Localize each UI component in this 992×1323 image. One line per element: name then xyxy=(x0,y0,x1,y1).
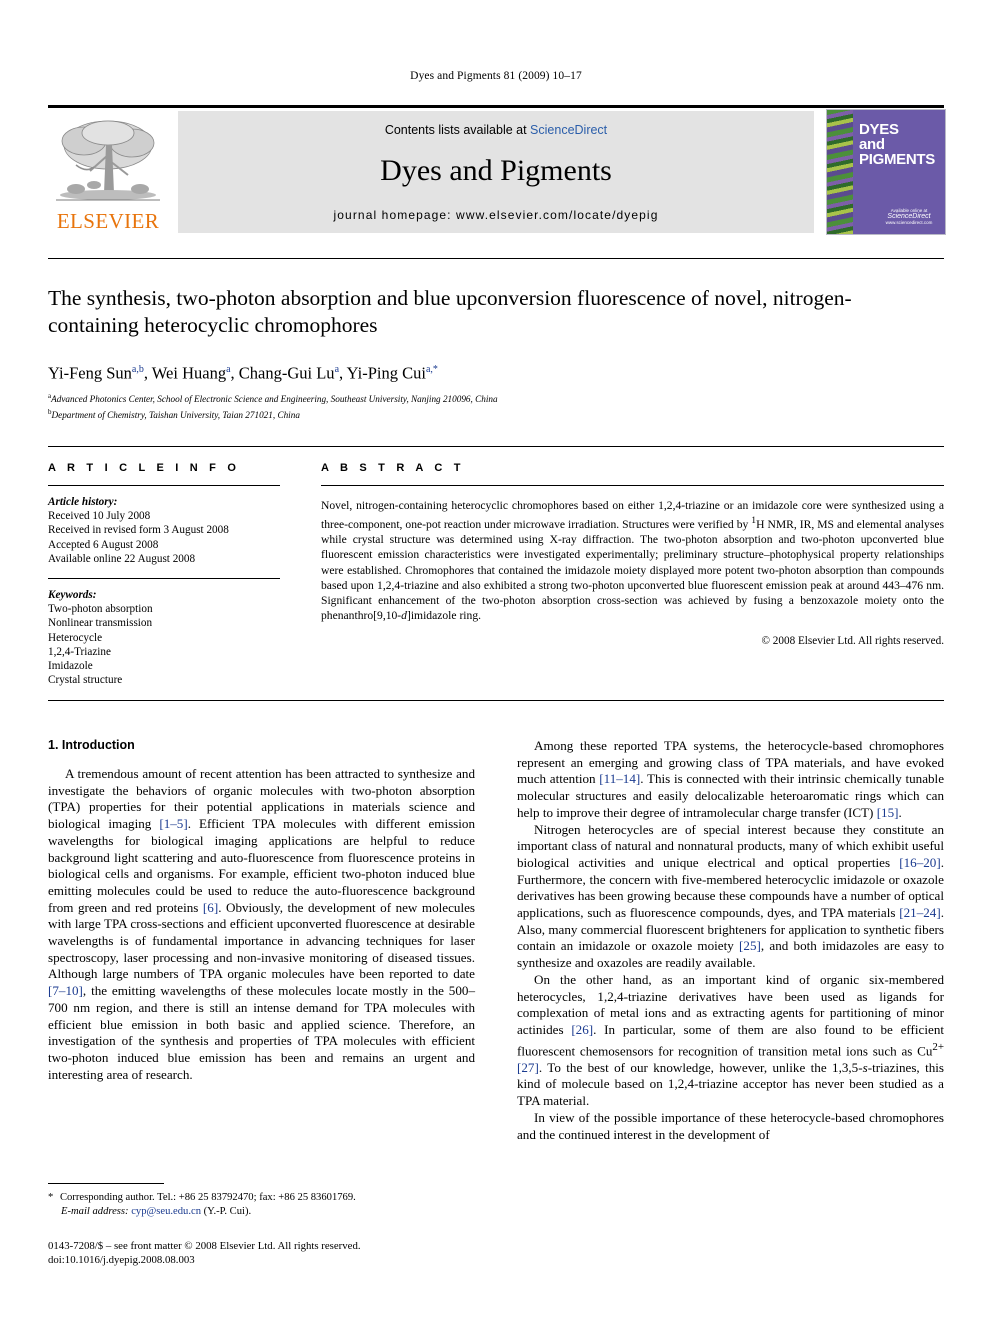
doi-line: doi:10.1016/j.dyepig.2008.08.003 xyxy=(48,1253,195,1266)
paragraph: Nitrogen heterocycles are of special int… xyxy=(517,821,944,971)
article-history-item: Accepted 6 August 2008 xyxy=(48,538,159,551)
elsevier-wordmark: ELSEVIER xyxy=(56,209,160,233)
paragraph: On the other hand, as an important kind … xyxy=(517,971,944,1109)
info-abstract-top-rule xyxy=(48,446,944,447)
article-history-item: Received in revised form 3 August 2008 xyxy=(48,524,229,537)
journal-homepage-link[interactable]: journal homepage: www.elsevier.com/locat… xyxy=(178,208,814,222)
contents-prefix: Contents lists available at xyxy=(384,123,531,137)
footnote-rule xyxy=(48,1183,164,1184)
running-head: Dyes and Pigments 81 (2009) 10–17 xyxy=(410,70,582,82)
contents-available-line: Contents lists available at ScienceDirec… xyxy=(178,123,814,137)
sciencedirect-link[interactable]: ScienceDirect xyxy=(530,123,607,137)
body-column-left: 1. Introduction A tremendous amount of r… xyxy=(48,738,475,1083)
keywords-block: Keywords: Two-photon absorption Nonlinea… xyxy=(48,588,280,687)
keyword-item: Heterocycle xyxy=(48,631,103,644)
paragraph: In view of the possible importance of th… xyxy=(517,1109,944,1142)
cover-imprint-url: www.sciencedirect.com xyxy=(885,220,933,225)
keyword-item: Two-photon absorption xyxy=(48,603,153,616)
article-history-item: Received 10 July 2008 xyxy=(48,510,151,523)
article-info-heading: A R T I C L E I N F O xyxy=(48,462,241,474)
keywords-rule xyxy=(48,578,280,580)
keyword-item: Nonlinear transmission xyxy=(48,617,153,630)
page-title: The synthesis, two-photon absorption and… xyxy=(48,286,852,337)
keyword-item: Crystal structure xyxy=(48,674,123,687)
section-heading-introduction: 1. Introduction xyxy=(48,738,135,752)
email-address-note[interactable]: E-mail address: cyp@seu.edu.cn (Y.-P. Cu… xyxy=(48,1205,475,1219)
affiliation-text-a: Advanced Photonics Center, School of Ele… xyxy=(51,394,498,405)
author-list: Yi-Feng Suna,b, Wei Huanga, Chang-Gui Lu… xyxy=(48,363,438,383)
masthead-top-rule xyxy=(48,105,944,108)
body-top-rule xyxy=(48,700,944,701)
abstract-body: Novel, nitrogen-containing heterocyclic … xyxy=(321,499,944,623)
paragraph: Among these reported TPA systems, the he… xyxy=(517,738,945,820)
body-column-right: Among these reported TPA systems, the he… xyxy=(517,738,944,1143)
abstract-column: A B S T R A C T Novel, nitrogen-containi… xyxy=(321,462,944,647)
footnote-zone: * Corresponding author. Tel.: +86 25 837… xyxy=(48,1183,475,1218)
article-history-label: Article history: xyxy=(48,496,118,508)
paragraph: A tremendous amount of recent attention … xyxy=(48,766,476,1082)
keywords-label: Keywords: xyxy=(48,589,97,602)
keyword-item: Imidazole xyxy=(48,660,93,673)
article-history-block: Article history: Received 10 July 2008 R… xyxy=(48,495,280,566)
article-info-column: A R T I C L E I N F O Article history: R… xyxy=(48,462,280,687)
cover-art-strip xyxy=(827,110,853,234)
corresponding-author-note: * Corresponding author. Tel.: +86 25 837… xyxy=(48,1192,356,1203)
journal-title: Dyes and Pigments xyxy=(380,154,612,187)
affiliation-list: aAdvanced Photonics Center, School of El… xyxy=(48,390,928,421)
footer-metadata: 0143-7208/$ – see front matter © 2008 El… xyxy=(48,1240,508,1268)
elsevier-tree-icon xyxy=(54,115,162,207)
cover-title-line2: and xyxy=(859,136,885,153)
affiliation-b: bDepartment of Chemistry, Taishan Univer… xyxy=(48,406,928,422)
title-separator-rule xyxy=(48,258,944,259)
affiliation-a: aAdvanced Photonics Center, School of El… xyxy=(48,390,928,406)
cover-sciencedirect-imprint: Available online at ScienceDirect www.sc… xyxy=(879,208,939,226)
abstract-copyright: © 2008 Elsevier Ltd. All rights reserved… xyxy=(761,635,945,648)
keyword-item: 1,2,4-Triazine xyxy=(48,645,111,658)
cover-title: DYES and PIGMENTS xyxy=(859,122,941,167)
affiliation-text-b: Department of Chemistry, Taishan Univers… xyxy=(51,409,300,420)
abstract-heading: A B S T R A C T xyxy=(321,462,465,474)
cover-title-line1: DYES xyxy=(859,121,899,138)
journal-masthead: ELSEVIER Contents lists available at Sci… xyxy=(48,105,946,235)
journal-band: Contents lists available at ScienceDirec… xyxy=(178,111,814,233)
elsevier-logo: ELSEVIER xyxy=(48,111,168,233)
journal-article-page: Dyes and Pigments 81 (2009) 10–17 ELSEVI… xyxy=(0,0,992,1323)
cover-title-line3: PIGMENTS xyxy=(859,151,935,168)
article-history-item: Available online 22 August 2008 xyxy=(48,552,196,565)
issn-front-matter-line: 0143-7208/$ – see front matter © 2008 El… xyxy=(48,1240,361,1252)
article-info-rule xyxy=(48,485,280,486)
abstract-rule xyxy=(321,485,944,486)
journal-cover-thumbnail: DYES and PIGMENTS Available online at Sc… xyxy=(826,109,946,235)
